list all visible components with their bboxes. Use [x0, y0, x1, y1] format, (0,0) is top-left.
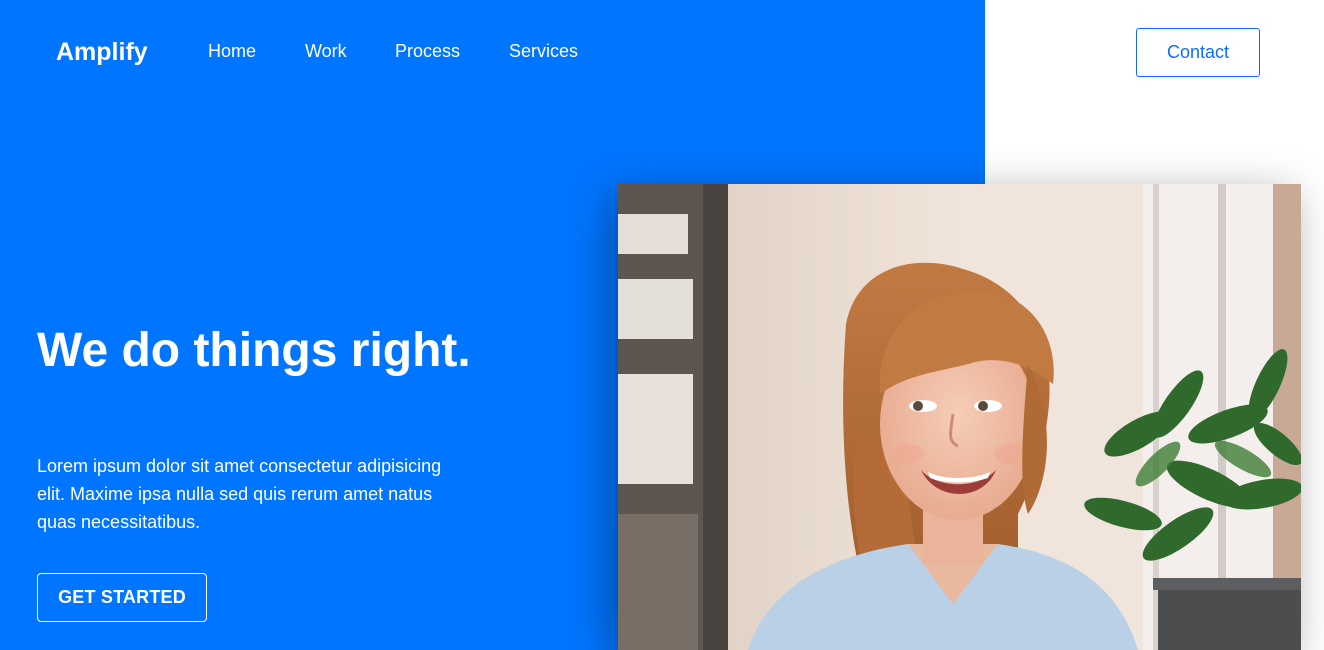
get-started-button[interactable]: GET STARTED — [37, 573, 207, 622]
brand-logo[interactable]: Amplify — [56, 38, 148, 67]
contact-button[interactable]: Contact — [1136, 28, 1260, 77]
nav-item-services[interactable]: Services — [509, 41, 578, 62]
nav-item-process[interactable]: Process — [395, 41, 460, 62]
hero-description: Lorem ipsum dolor sit amet consectetur a… — [37, 456, 442, 532]
nav-item-home[interactable]: Home — [208, 41, 256, 62]
hero-photo — [618, 184, 1301, 650]
nav-item-work[interactable]: Work — [305, 41, 347, 62]
hero-headline: We do things right. — [37, 324, 471, 377]
